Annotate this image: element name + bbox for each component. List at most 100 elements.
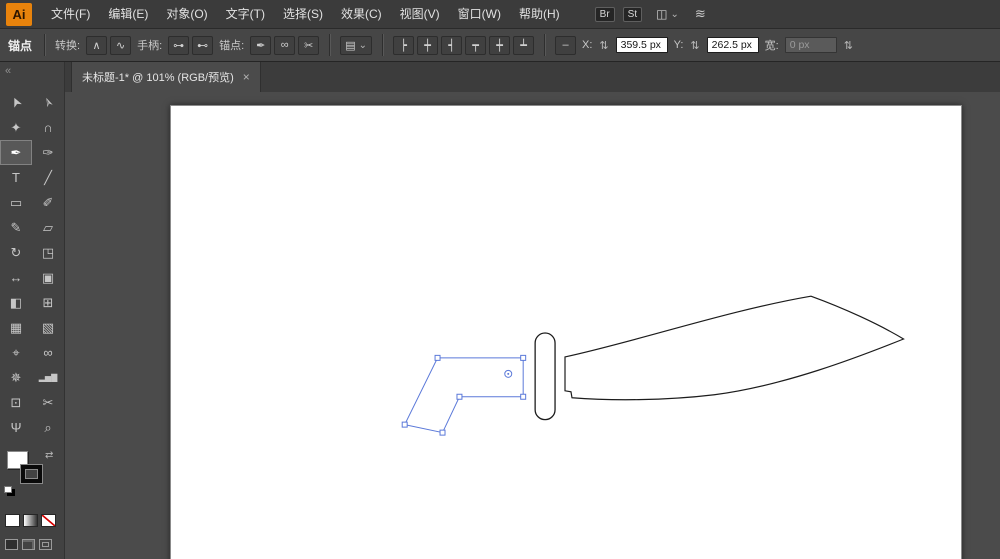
divider bbox=[544, 34, 545, 56]
menu-help[interactable]: 帮助(H) bbox=[510, 0, 569, 29]
chevron-down-icon: ⌄ bbox=[359, 40, 367, 51]
type-tool[interactable]: T bbox=[0, 165, 32, 190]
align-right-button[interactable]: ┥ bbox=[441, 36, 462, 55]
divider bbox=[382, 34, 383, 56]
artboard[interactable] bbox=[170, 105, 962, 559]
paintbrush-tool[interactable]: ✐ bbox=[32, 190, 64, 215]
shape-builder-tool[interactable]: ◧ bbox=[0, 290, 32, 315]
divider bbox=[44, 34, 45, 56]
show-handles-button[interactable]: ⊶ bbox=[168, 36, 189, 55]
align-bottom-button[interactable]: ┷ bbox=[513, 36, 534, 55]
guard-shape[interactable] bbox=[535, 333, 555, 420]
pen-tool[interactable]: ✒ bbox=[0, 140, 32, 165]
gradient-tool[interactable]: ▧ bbox=[32, 315, 64, 340]
close-tab-icon[interactable]: × bbox=[243, 70, 250, 84]
x-position-field[interactable]: 359.5 px bbox=[616, 37, 668, 53]
align-top-button[interactable]: ┯ bbox=[465, 36, 486, 55]
y-stepper[interactable]: ⇅ bbox=[690, 39, 699, 52]
illustrator-app: { "menubar": { "logo_text": "Ai", "items… bbox=[0, 0, 1000, 559]
stroke-swatch[interactable] bbox=[21, 465, 42, 483]
stock-badge[interactable]: St bbox=[623, 7, 642, 22]
y-label: Y: bbox=[674, 39, 684, 51]
cut-path-button[interactable]: ✂ bbox=[298, 36, 319, 55]
hide-handles-button[interactable]: ⊷ bbox=[192, 36, 213, 55]
remove-anchor-button[interactable]: ✒ bbox=[250, 36, 271, 55]
connect-endpoints-button[interactable]: ∞ bbox=[274, 36, 295, 55]
convert-buttons-group: ∧∿ bbox=[86, 36, 131, 55]
selected-handle-path[interactable] bbox=[405, 358, 523, 433]
illustrator-logo[interactable]: Ai bbox=[6, 3, 32, 26]
perspective-grid-tool[interactable]: ⊞ bbox=[32, 290, 64, 315]
minus-icon[interactable]: – bbox=[555, 36, 576, 55]
menu-select[interactable]: 选择(S) bbox=[274, 0, 332, 29]
menu-type[interactable]: 文字(T) bbox=[217, 0, 274, 29]
tab-bar: 未标题-1* @ 101% (RGB/预览) × bbox=[65, 62, 1000, 92]
convert-label: 转换: bbox=[55, 37, 80, 53]
chevron-down-icon: ⌄ bbox=[670, 9, 678, 20]
color-mode-row bbox=[0, 504, 64, 527]
tool-grid: ➤➢✦∩✒✑T╱▭✐✎▱↻◳↔▣◧⊞▦▧⌖∞✵▂▅▇⊡✂Ψ⌕ bbox=[0, 90, 64, 440]
scale-tool[interactable]: ◳ bbox=[32, 240, 64, 265]
convert-to-smooth-button[interactable]: ∿ bbox=[110, 36, 131, 55]
canvas-area[interactable] bbox=[65, 92, 1000, 559]
align-hcenter-button[interactable]: ┿ bbox=[417, 36, 438, 55]
context-title: 锚点 bbox=[8, 37, 32, 54]
menu-object[interactable]: 对象(O) bbox=[157, 0, 216, 29]
zoom-tool[interactable]: ⌕ bbox=[32, 415, 64, 440]
width-field: 0 px bbox=[785, 37, 837, 53]
divider bbox=[329, 34, 330, 56]
gesture-icon[interactable]: ≋ bbox=[695, 6, 706, 22]
menu-window[interactable]: 窗口(W) bbox=[449, 0, 510, 29]
blade-shape[interactable] bbox=[565, 296, 904, 400]
line-segment-tool[interactable]: ╱ bbox=[32, 165, 64, 190]
align-to-dropdown[interactable]: ▤ ⌄ bbox=[340, 36, 372, 55]
artwork-canvas[interactable] bbox=[171, 106, 961, 559]
workspace-icon: ◫ bbox=[656, 7, 667, 21]
rectangle-tool[interactable]: ▭ bbox=[0, 190, 32, 215]
width-tool[interactable]: ↔ bbox=[0, 265, 32, 290]
draw-inside-button[interactable] bbox=[39, 539, 52, 550]
color-button[interactable] bbox=[5, 514, 20, 527]
align-buttons-group: ┝┿┥┯┿┷ bbox=[393, 36, 534, 55]
align-vcenter-button[interactable]: ┿ bbox=[489, 36, 510, 55]
anchors-label: 锚点: bbox=[219, 37, 244, 53]
align-left-button[interactable]: ┝ bbox=[393, 36, 414, 55]
draw-normal-button[interactable] bbox=[5, 539, 18, 550]
fill-stroke-indicator: ⇄ bbox=[0, 448, 64, 504]
tools-panel-header: « bbox=[0, 62, 64, 80]
gradient-button[interactable] bbox=[23, 514, 38, 527]
x-stepper[interactable]: ⇅ bbox=[599, 39, 608, 52]
slice-tool[interactable]: ✂ bbox=[32, 390, 64, 415]
hand-tool[interactable]: Ψ bbox=[0, 415, 32, 440]
eraser-tool[interactable]: ▱ bbox=[32, 215, 64, 240]
curvature-tool[interactable]: ✑ bbox=[32, 140, 64, 165]
column-graph-tool[interactable]: ▂▅▇ bbox=[32, 365, 64, 390]
swap-fill-stroke-icon[interactable]: ⇄ bbox=[45, 450, 53, 461]
none-button[interactable] bbox=[41, 514, 56, 527]
workspace-switcher[interactable]: ◫ ⌄ bbox=[656, 7, 679, 21]
blend-tool[interactable]: ∞ bbox=[32, 340, 64, 365]
draw-behind-button[interactable] bbox=[22, 539, 35, 550]
mesh-tool[interactable]: ▦ bbox=[0, 315, 32, 340]
eyedropper-tool[interactable]: ⌖ bbox=[0, 340, 32, 365]
symbol-sprayer-tool[interactable]: ✵ bbox=[0, 365, 32, 390]
document-tab[interactable]: 未标题-1* @ 101% (RGB/预览) × bbox=[71, 62, 261, 92]
draw-mode-row bbox=[0, 527, 64, 550]
menu-file[interactable]: 文件(F) bbox=[42, 0, 99, 29]
rotate-tool[interactable]: ↻ bbox=[0, 240, 32, 265]
anchor-buttons-group: ✒∞✂ bbox=[250, 36, 319, 55]
convert-to-corner-button[interactable]: ∧ bbox=[86, 36, 107, 55]
free-transform-tool[interactable]: ▣ bbox=[32, 265, 64, 290]
menu-view[interactable]: 视图(V) bbox=[391, 0, 449, 29]
artboard-tool[interactable]: ⊡ bbox=[0, 390, 32, 415]
menu-edit[interactable]: 编辑(E) bbox=[99, 0, 157, 29]
collapse-panel-icon[interactable]: « bbox=[5, 65, 11, 77]
anchor-points[interactable] bbox=[402, 355, 525, 435]
menu-effect[interactable]: 效果(C) bbox=[332, 0, 391, 29]
trailing-stepper[interactable]: ⇅ bbox=[844, 39, 853, 52]
default-swatches-icon[interactable] bbox=[4, 486, 12, 493]
y-position-field[interactable]: 262.5 px bbox=[707, 37, 759, 53]
menu-bar: Ai 文件(F)编辑(E)对象(O)文字(T)选择(S)效果(C)视图(V)窗口… bbox=[0, 0, 1000, 29]
bridge-badge[interactable]: Br bbox=[595, 7, 615, 22]
pencil-tool[interactable]: ✎ bbox=[0, 215, 32, 240]
